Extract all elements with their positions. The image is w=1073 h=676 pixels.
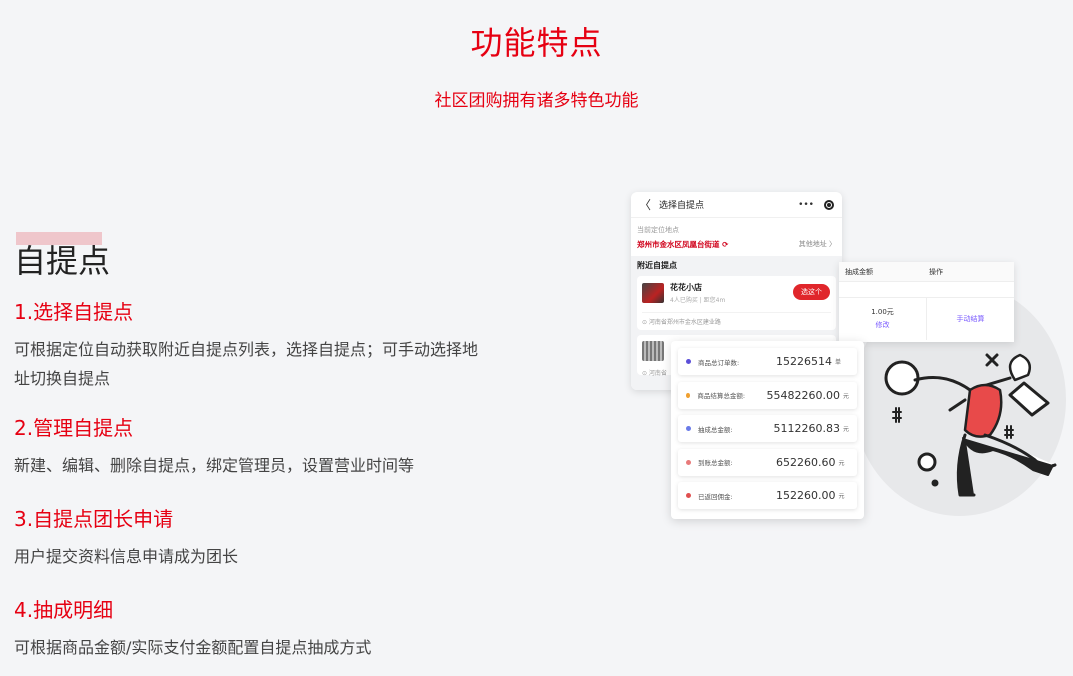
amount-cell: 1.00元 修改 <box>839 298 927 340</box>
feature-title: 3.自提点团长申请 <box>14 507 174 531</box>
column-header-amount: 抽成金额 <box>845 267 873 276</box>
store-image <box>642 283 664 303</box>
stat-value: 152260.00 <box>776 489 836 502</box>
table-row <box>839 282 1014 298</box>
phone-header: 〈 选择自提点 ••• <box>631 192 842 218</box>
feature-desc: 可根据定位自动获取附近自提点列表，选择自提点；可手动选择地址切换自提点 <box>14 340 479 388</box>
stat-dot <box>686 493 691 498</box>
current-address-text: 郑州市金水区凤凰台街道 <box>637 240 720 249</box>
stat-label: 到账总金额: <box>698 459 733 467</box>
stat-label: 抽成总金额: <box>697 425 733 434</box>
store-name: 花花小店 <box>670 283 702 292</box>
store-card[interactable]: 花花小店 4人已购买 | 距您4m 选这个 ⊙ 河南省郑州市金水区建业路 <box>637 276 836 330</box>
table-row: 1.00元 修改 手动结算 <box>839 298 1014 340</box>
stat-dot <box>686 459 691 465</box>
stat-dot <box>686 359 691 364</box>
current-address: 郑州市金水区凤凰台街道 ⟳ <box>637 239 728 250</box>
stat-row: 抽成总金额: 5112260.83 元 <box>678 415 857 442</box>
stat-value: 55482260.00 <box>766 388 840 402</box>
stat-dot <box>686 392 691 398</box>
section-title: 自提点 <box>14 242 111 280</box>
person-illustration <box>884 353 1057 497</box>
stat-value: 15226514 <box>776 355 832 368</box>
store-address: ⊙ 河南省 <box>642 370 667 377</box>
stat-dot <box>686 426 691 431</box>
commission-header: 抽成金额 操作 <box>839 262 1014 282</box>
choose-store-button[interactable]: 选这个 <box>793 284 830 300</box>
stat-unit: 元 <box>838 459 845 467</box>
back-icon[interactable]: 〈 <box>639 196 651 213</box>
stat-value: 5112260.83 <box>773 422 840 435</box>
feature-title: 1.选择自提点 <box>14 300 134 324</box>
feature-desc: 新建、编辑、删除自提点，绑定管理员，设置营业时间等 <box>14 456 415 475</box>
store-address: ⊙ 河南省郑州市金水区建业路 <box>642 312 831 326</box>
column-header-action: 操作 <box>929 267 943 276</box>
feature-title: 4.抽成明细 <box>14 598 114 622</box>
phone-title: 选择自提点 <box>659 201 705 211</box>
commission-table: 抽成金额 操作 1.00元 修改 手动结算 <box>839 262 1014 342</box>
stat-row: 商品总订单数: 15226514 单 <box>678 348 857 375</box>
amount-value: 1.00元 <box>871 308 894 316</box>
feature-item: 3.自提点团长申请 用户提交资料信息申请成为团长 <box>14 504 514 571</box>
feature-desc: 可根据商品金额/实际支付金额配置自提点抽成方式 <box>14 638 372 657</box>
feature-item: 1.选择自提点 可根据定位自动获取附近自提点列表，选择自提点；可手动选择地址切换… <box>14 297 514 393</box>
stat-unit: 元 <box>842 426 849 433</box>
stat-label: 商品结算总金额: <box>697 392 746 400</box>
feature-desc: 用户提交资料信息申请成为团长 <box>14 547 239 566</box>
stat-label: 已返回佣金: <box>698 492 733 501</box>
feature-item: 2.管理自提点 新建、编辑、删除自提点，绑定管理员，设置营业时间等 <box>14 413 514 480</box>
store-image <box>642 341 664 361</box>
feature-section: 自提点 1.选择自提点 可根据定位自动获取附近自提点列表，选择自提点；可手动选择… <box>14 232 514 662</box>
refresh-icon[interactable]: ⟳ <box>722 240 728 249</box>
stat-row: 已返回佣金: 152260.00 元 <box>678 482 857 509</box>
current-location-label: 当前定位地点 <box>637 226 679 234</box>
stat-unit: 元 <box>842 392 849 400</box>
nearby-title: 附近自提点 <box>637 261 677 270</box>
other-address-link[interactable]: 其他地址 〉 <box>799 239 836 250</box>
feature-item: 4.抽成明细 可根据商品金额/实际支付金额配置自提点抽成方式 <box>14 595 514 662</box>
stat-row: 到账总金额: 652260.60 元 <box>678 448 857 476</box>
edit-link[interactable]: 修改 <box>839 319 926 332</box>
page-subtitle: 社区团购拥有诸多特色功能 <box>434 91 639 111</box>
stats-panel: 商品总订单数: 15226514 单 商品结算总金额: 55482260.00 … <box>671 341 864 519</box>
store-meta: 4人已购买 | 距您4m <box>670 297 726 304</box>
manual-settle-link[interactable]: 手动结算 <box>927 314 1014 324</box>
current-location-row: 郑州市金水区凤凰台街道 ⟳ 其他地址 〉 <box>631 237 842 256</box>
stat-label: 商品总订单数: <box>698 358 740 367</box>
stat-unit: 单 <box>835 359 842 366</box>
page-title: 功能特点 <box>470 24 603 62</box>
feature-title: 2.管理自提点 <box>14 416 134 440</box>
stat-unit: 元 <box>838 493 845 500</box>
stat-value: 652260.60 <box>776 455 836 469</box>
more-icon[interactable]: ••• <box>798 200 814 210</box>
stat-row: 商品结算总金额: 55482260.00 元 <box>678 381 857 409</box>
close-target-icon[interactable] <box>824 199 834 210</box>
